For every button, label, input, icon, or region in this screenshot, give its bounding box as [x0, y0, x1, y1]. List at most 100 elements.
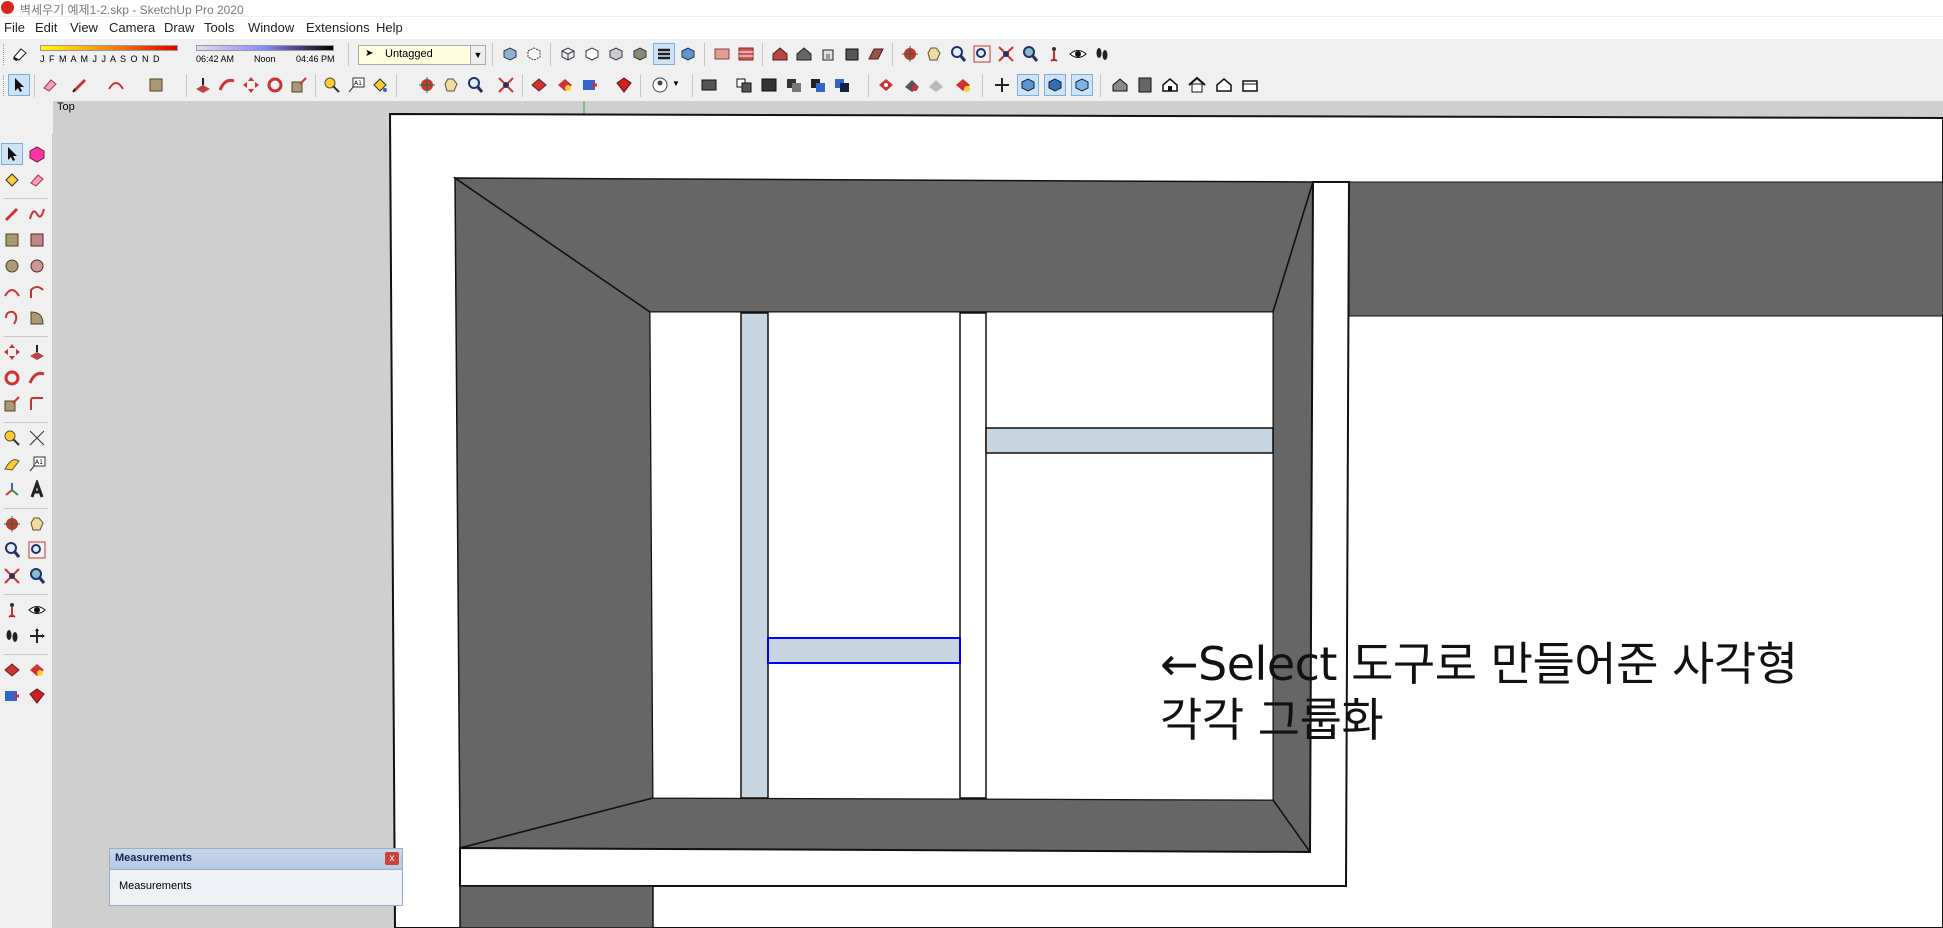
iso-monochrome-button[interactable]: [1071, 74, 1093, 96]
scale-tool[interactable]: [2, 394, 22, 414]
smoove-button[interactable]: [902, 75, 922, 95]
menu-tools[interactable]: Tools: [204, 20, 234, 35]
shaded-textures-button[interactable]: [630, 44, 650, 64]
dynamic-components-button[interactable]: [832, 75, 852, 95]
iso-shaded-button[interactable]: [1017, 74, 1039, 96]
shaded-button[interactable]: [606, 44, 626, 64]
extension-warehouse-tool[interactable]: [27, 686, 47, 706]
back-view-button[interactable]: [866, 44, 886, 64]
three-point-arc-tool[interactable]: [2, 308, 22, 328]
pan-button-2[interactable]: [441, 75, 461, 95]
offset-tool[interactable]: [27, 394, 47, 414]
account-button[interactable]: [650, 75, 670, 95]
push-pull-tool[interactable]: [27, 342, 47, 362]
measurements-label[interactable]: Measurements: [119, 880, 192, 892]
select-tool[interactable]: [1, 143, 23, 165]
zoom-tool[interactable]: [2, 540, 22, 560]
menu-edit[interactable]: Edit: [35, 20, 57, 35]
previous-view-button[interactable]: [1020, 44, 1040, 64]
account-dropdown[interactable]: ▼: [672, 75, 682, 95]
home-back-button[interactable]: [1214, 75, 1234, 95]
look-around-button[interactable]: [1068, 44, 1088, 64]
line-tool-button[interactable]: [70, 75, 90, 95]
eraser-tool[interactable]: [27, 170, 47, 190]
orbit-tool[interactable]: [2, 514, 22, 534]
axes-tool[interactable]: [2, 480, 22, 500]
zoom-window-button[interactable]: [972, 44, 992, 64]
component-attributes-button[interactable]: [784, 75, 804, 95]
rectangle-tool[interactable]: [2, 230, 22, 250]
orbit-button-2[interactable]: [417, 75, 437, 95]
menu-extensions[interactable]: Extensions: [306, 20, 370, 35]
measurements-header[interactable]: Measurements x: [110, 849, 402, 870]
share-component-button[interactable]: [580, 75, 600, 95]
move-tool[interactable]: [2, 342, 22, 362]
home-bottom-button[interactable]: [1240, 75, 1260, 95]
back-edges-button[interactable]: [524, 44, 544, 64]
dimension-tool[interactable]: [27, 428, 47, 448]
zoom-extents-tool[interactable]: [2, 566, 22, 586]
walk-button[interactable]: [1092, 44, 1112, 64]
top-view-button[interactable]: [794, 44, 814, 64]
zoom-button-2[interactable]: [465, 75, 485, 95]
tape-measure-tool[interactable]: [2, 428, 22, 448]
component-options-button[interactable]: [759, 75, 779, 95]
warehouse-view-button[interactable]: [1110, 75, 1130, 95]
drape-button[interactable]: [953, 75, 973, 95]
section-move-button[interactable]: [992, 75, 1012, 95]
warehouse-button[interactable]: [529, 75, 549, 95]
line-tool[interactable]: [2, 204, 22, 224]
iso-textured-button[interactable]: [1044, 74, 1066, 96]
tape-measure-button[interactable]: [322, 75, 342, 95]
make-component-tool[interactable]: [27, 144, 47, 164]
rectangle-tool-button[interactable]: [146, 75, 166, 95]
generate-report-button[interactable]: [808, 75, 828, 95]
rotate-tool-button[interactable]: [265, 75, 285, 95]
iso-view-button[interactable]: [770, 44, 790, 64]
polygon-tool[interactable]: [27, 256, 47, 276]
style-options-button[interactable]: [678, 44, 698, 64]
warehouse-tool[interactable]: [2, 660, 22, 680]
zoom-window-tool[interactable]: [27, 540, 47, 560]
text-tool-button[interactable]: A1: [346, 75, 366, 95]
pan-tool[interactable]: [27, 514, 47, 534]
make-component-button[interactable]: [734, 75, 754, 95]
section-plane-tool[interactable]: [27, 626, 47, 646]
monochrome-button[interactable]: [653, 43, 675, 65]
section-plane-button[interactable]: [712, 44, 732, 64]
follow-me-tool[interactable]: [27, 368, 47, 388]
model-viewport[interactable]: Top ←Select 도구로 만들어준 사각형 각각 그룹화: [53, 101, 1943, 928]
zoom-extents-button-2[interactable]: [496, 75, 516, 95]
shadow-time-slider[interactable]: 06:42 AM Noon 04:46 PM: [196, 45, 336, 65]
scale-tool-button[interactable]: [289, 75, 309, 95]
share-model-button[interactable]: [555, 75, 575, 95]
menu-view[interactable]: View: [70, 20, 98, 35]
chevron-down-icon[interactable]: ▼: [470, 46, 485, 64]
stamp-button[interactable]: [926, 75, 946, 95]
3d-text-tool[interactable]: [27, 480, 47, 500]
front-view-button[interactable]: [818, 44, 838, 64]
menu-camera[interactable]: Camera: [109, 20, 155, 35]
eraser-tool-button[interactable]: [40, 75, 60, 95]
pie-tool[interactable]: [27, 308, 47, 328]
protractor-tool[interactable]: [2, 454, 22, 474]
menu-help[interactable]: Help: [376, 20, 403, 35]
sandbox-button[interactable]: [876, 75, 896, 95]
xray-style-button[interactable]: [500, 44, 520, 64]
toolbar-grip[interactable]: [3, 44, 7, 65]
zoom-extents-button[interactable]: [996, 44, 1016, 64]
menu-file[interactable]: File: [4, 20, 25, 35]
home-front-button[interactable]: [1160, 75, 1180, 95]
look-around-tool[interactable]: [27, 600, 47, 620]
home-side-button[interactable]: [1187, 75, 1207, 95]
position-camera-tool[interactable]: [2, 600, 22, 620]
shadows-toggle-button[interactable]: [10, 44, 30, 64]
arc-tool[interactable]: [2, 282, 22, 302]
shadow-month-slider[interactable]: J F M A M J J A S O N D: [40, 45, 180, 65]
arc-tool-button[interactable]: [106, 75, 126, 95]
zoom-button[interactable]: [948, 44, 968, 64]
freehand-tool[interactable]: [27, 204, 47, 224]
text-tool[interactable]: A1: [27, 454, 47, 474]
extension-warehouse-button[interactable]: [614, 75, 634, 95]
position-camera-button[interactable]: [1044, 44, 1064, 64]
